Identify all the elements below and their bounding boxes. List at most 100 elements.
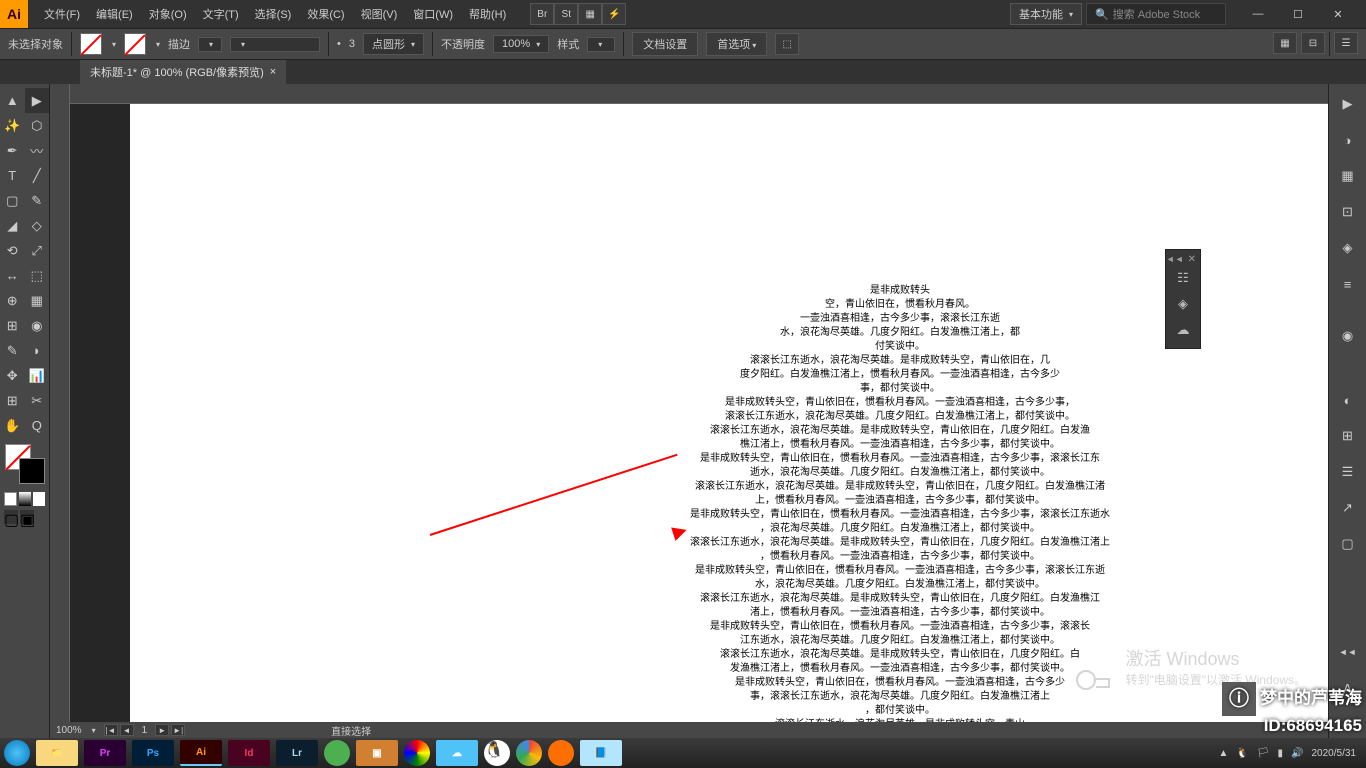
panel-close-icon[interactable]: ✕ bbox=[1188, 254, 1196, 264]
taskbar-app-explorer[interactable]: 📁 bbox=[36, 740, 78, 766]
menu-edit[interactable]: 编辑(E) bbox=[88, 6, 141, 22]
taskbar-app-photoshop[interactable]: Ps bbox=[132, 740, 174, 766]
gradient-tool[interactable]: ◉ bbox=[25, 313, 50, 338]
direct-selection-tool[interactable]: ▶ bbox=[25, 88, 50, 113]
symbol-sprayer-tool[interactable]: ✥ bbox=[0, 363, 25, 388]
taskbar-app-media[interactable]: ▣ bbox=[356, 740, 398, 766]
layers2-icon[interactable]: ☰ bbox=[1334, 458, 1362, 486]
properties-panel-icon[interactable]: ☷ bbox=[1169, 266, 1197, 290]
menu-help[interactable]: 帮助(H) bbox=[461, 6, 514, 22]
opacity-input[interactable]: 100% bbox=[493, 35, 549, 53]
prev-artboard-button[interactable]: ◄ bbox=[120, 724, 134, 736]
taskbar-app-blue[interactable]: ☁ bbox=[436, 740, 478, 766]
zoom-dropdown[interactable] bbox=[90, 725, 96, 736]
ruler-horizontal[interactable] bbox=[70, 84, 1328, 104]
graphic-styles-icon[interactable]: ⊞ bbox=[1334, 422, 1362, 450]
asset-export-icon[interactable]: ↗ bbox=[1334, 494, 1362, 522]
tray-volume-icon[interactable]: 🔊 bbox=[1291, 748, 1303, 759]
tray-battery-icon[interactable]: ▮ bbox=[1278, 748, 1284, 759]
stroke-color[interactable] bbox=[19, 458, 45, 484]
taskbar-app-illustrator[interactable]: Ai bbox=[180, 740, 222, 766]
zoom-level[interactable]: 100% bbox=[56, 725, 82, 736]
transform-icon[interactable]: ⬚ bbox=[775, 33, 799, 55]
ruler-vertical[interactable] bbox=[50, 84, 70, 738]
curvature-tool[interactable]: 〰 bbox=[25, 138, 50, 163]
slice-tool[interactable]: ✂ bbox=[25, 388, 50, 413]
color-mode-gradient[interactable] bbox=[19, 492, 31, 506]
first-artboard-button[interactable]: |◄ bbox=[104, 724, 118, 736]
width-tool[interactable]: ↔ bbox=[0, 263, 25, 288]
doc-setup-button[interactable]: 文档设置 bbox=[632, 32, 698, 56]
eraser-tool[interactable]: ◇ bbox=[25, 213, 50, 238]
menu-select[interactable]: 选择(S) bbox=[247, 6, 300, 22]
type-tool[interactable]: T bbox=[0, 163, 25, 188]
tab-close-button[interactable]: × bbox=[270, 66, 276, 78]
floating-panel[interactable]: ◄◄✕ ☷ ◈ ☁ bbox=[1165, 249, 1201, 349]
taskbar-app-rainbow[interactable] bbox=[404, 740, 430, 766]
libraries-panel-icon[interactable]: ☁ bbox=[1169, 318, 1197, 342]
menu-object[interactable]: 对象(O) bbox=[141, 6, 195, 22]
area-text-object[interactable]: 是非成败转头空，青山依旧在，惯看秋月春风。一壶浊酒喜相逢，古今多少事，滚滚长江东… bbox=[660, 284, 1140, 738]
rectangle-tool[interactable]: ▢ bbox=[0, 188, 25, 213]
last-artboard-button[interactable]: ►| bbox=[171, 724, 185, 736]
mesh-tool[interactable]: ⊞ bbox=[0, 313, 25, 338]
hand-tool[interactable]: ✋ bbox=[0, 413, 25, 438]
menu-window[interactable]: 窗口(W) bbox=[405, 6, 461, 22]
next-artboard-button[interactable]: ► bbox=[155, 724, 169, 736]
stroke-swatch[interactable] bbox=[124, 33, 146, 55]
stock-icon[interactable]: St bbox=[554, 3, 578, 25]
blend-tool[interactable]: ◗ bbox=[25, 338, 50, 363]
zoom-tool[interactable]: Q bbox=[25, 413, 50, 438]
line-tool[interactable]: ╱ bbox=[25, 163, 50, 188]
stroke-weight[interactable] bbox=[198, 37, 222, 52]
color-panel-icon[interactable]: ◑ bbox=[1334, 126, 1362, 154]
scale-tool[interactable]: ⤢ bbox=[25, 238, 50, 263]
artboard-number[interactable]: 1 bbox=[142, 725, 148, 736]
artboard-tool[interactable]: ⊞ bbox=[0, 388, 25, 413]
taskbar-app-lightroom[interactable]: Lr bbox=[276, 740, 318, 766]
swatches-panel-icon[interactable]: ▦ bbox=[1334, 162, 1362, 190]
taskbar-app-premiere[interactable]: Pr bbox=[84, 740, 126, 766]
perspective-tool[interactable]: ▦ bbox=[25, 288, 50, 313]
symbols-panel-icon[interactable]: ◈ bbox=[1334, 234, 1362, 262]
screen-mode-full[interactable]: ▣ bbox=[20, 510, 34, 524]
gpu-icon[interactable]: ⚡ bbox=[602, 3, 626, 25]
properties-icon[interactable]: ▶ bbox=[1334, 90, 1362, 118]
taskbar-app-qq[interactable]: 🐧 bbox=[484, 740, 510, 766]
document-tab[interactable]: 未标题-1* @ 100% (RGB/像素预览) × bbox=[80, 60, 286, 84]
taskbar-app-green[interactable] bbox=[324, 740, 350, 766]
screen-mode-normal[interactable]: ▢ bbox=[4, 510, 18, 524]
artboard[interactable]: 是非成败转头空，青山依旧在，惯看秋月春风。一壶浊酒喜相逢，古今多少事，滚滚长江东… bbox=[130, 104, 1328, 738]
arrange-icon[interactable]: ▦ bbox=[578, 3, 602, 25]
graph-tool[interactable]: 📊 bbox=[25, 363, 50, 388]
color-mode-none[interactable] bbox=[33, 492, 45, 506]
more-icon[interactable]: ☰ bbox=[1334, 32, 1358, 54]
lasso-tool[interactable]: ⬡ bbox=[25, 113, 50, 138]
taskbar-app-indesign[interactable]: Id bbox=[228, 740, 270, 766]
artboards-panel-icon[interactable]: ▢ bbox=[1334, 530, 1362, 558]
expand-panels-icon[interactable]: ◄◄ bbox=[1334, 638, 1362, 666]
tray-icon[interactable]: ▲ bbox=[1218, 748, 1228, 759]
tray-date[interactable]: 2020/5/31 bbox=[1312, 748, 1357, 759]
taskbar-app-chrome[interactable] bbox=[516, 740, 542, 766]
fill-stroke-control[interactable] bbox=[5, 444, 45, 484]
eyedropper-tool[interactable]: ✎ bbox=[0, 338, 25, 363]
align2-icon[interactable]: ⊟ bbox=[1301, 32, 1325, 54]
shaper-tool[interactable]: ◢ bbox=[0, 213, 25, 238]
tray-flag-icon[interactable]: 🏳 bbox=[1257, 748, 1270, 759]
paintbrush-tool[interactable]: ✎ bbox=[25, 188, 50, 213]
taskbar-app-orange[interactable] bbox=[548, 740, 574, 766]
taskbar-app-notes[interactable]: 📘 bbox=[580, 740, 622, 766]
pen-tool[interactable]: ✒ bbox=[0, 138, 25, 163]
style-dropdown[interactable] bbox=[587, 37, 615, 52]
free-transform-tool[interactable]: ⬚ bbox=[25, 263, 50, 288]
cc-libraries-icon[interactable]: ◉ bbox=[1334, 322, 1362, 350]
fill-swatch[interactable] bbox=[80, 33, 102, 55]
align-icon[interactable]: ▦ bbox=[1273, 32, 1297, 54]
color-mode-solid[interactable] bbox=[4, 492, 17, 506]
profile-dropdown[interactable]: 点圆形 bbox=[363, 33, 424, 55]
appearance-panel-icon[interactable]: ◐ bbox=[1334, 386, 1362, 414]
fill-dropdown[interactable] bbox=[110, 38, 116, 50]
shape-builder-tool[interactable]: ⊕ bbox=[0, 288, 25, 313]
stroke-panel-icon[interactable]: ≡ bbox=[1334, 270, 1362, 298]
